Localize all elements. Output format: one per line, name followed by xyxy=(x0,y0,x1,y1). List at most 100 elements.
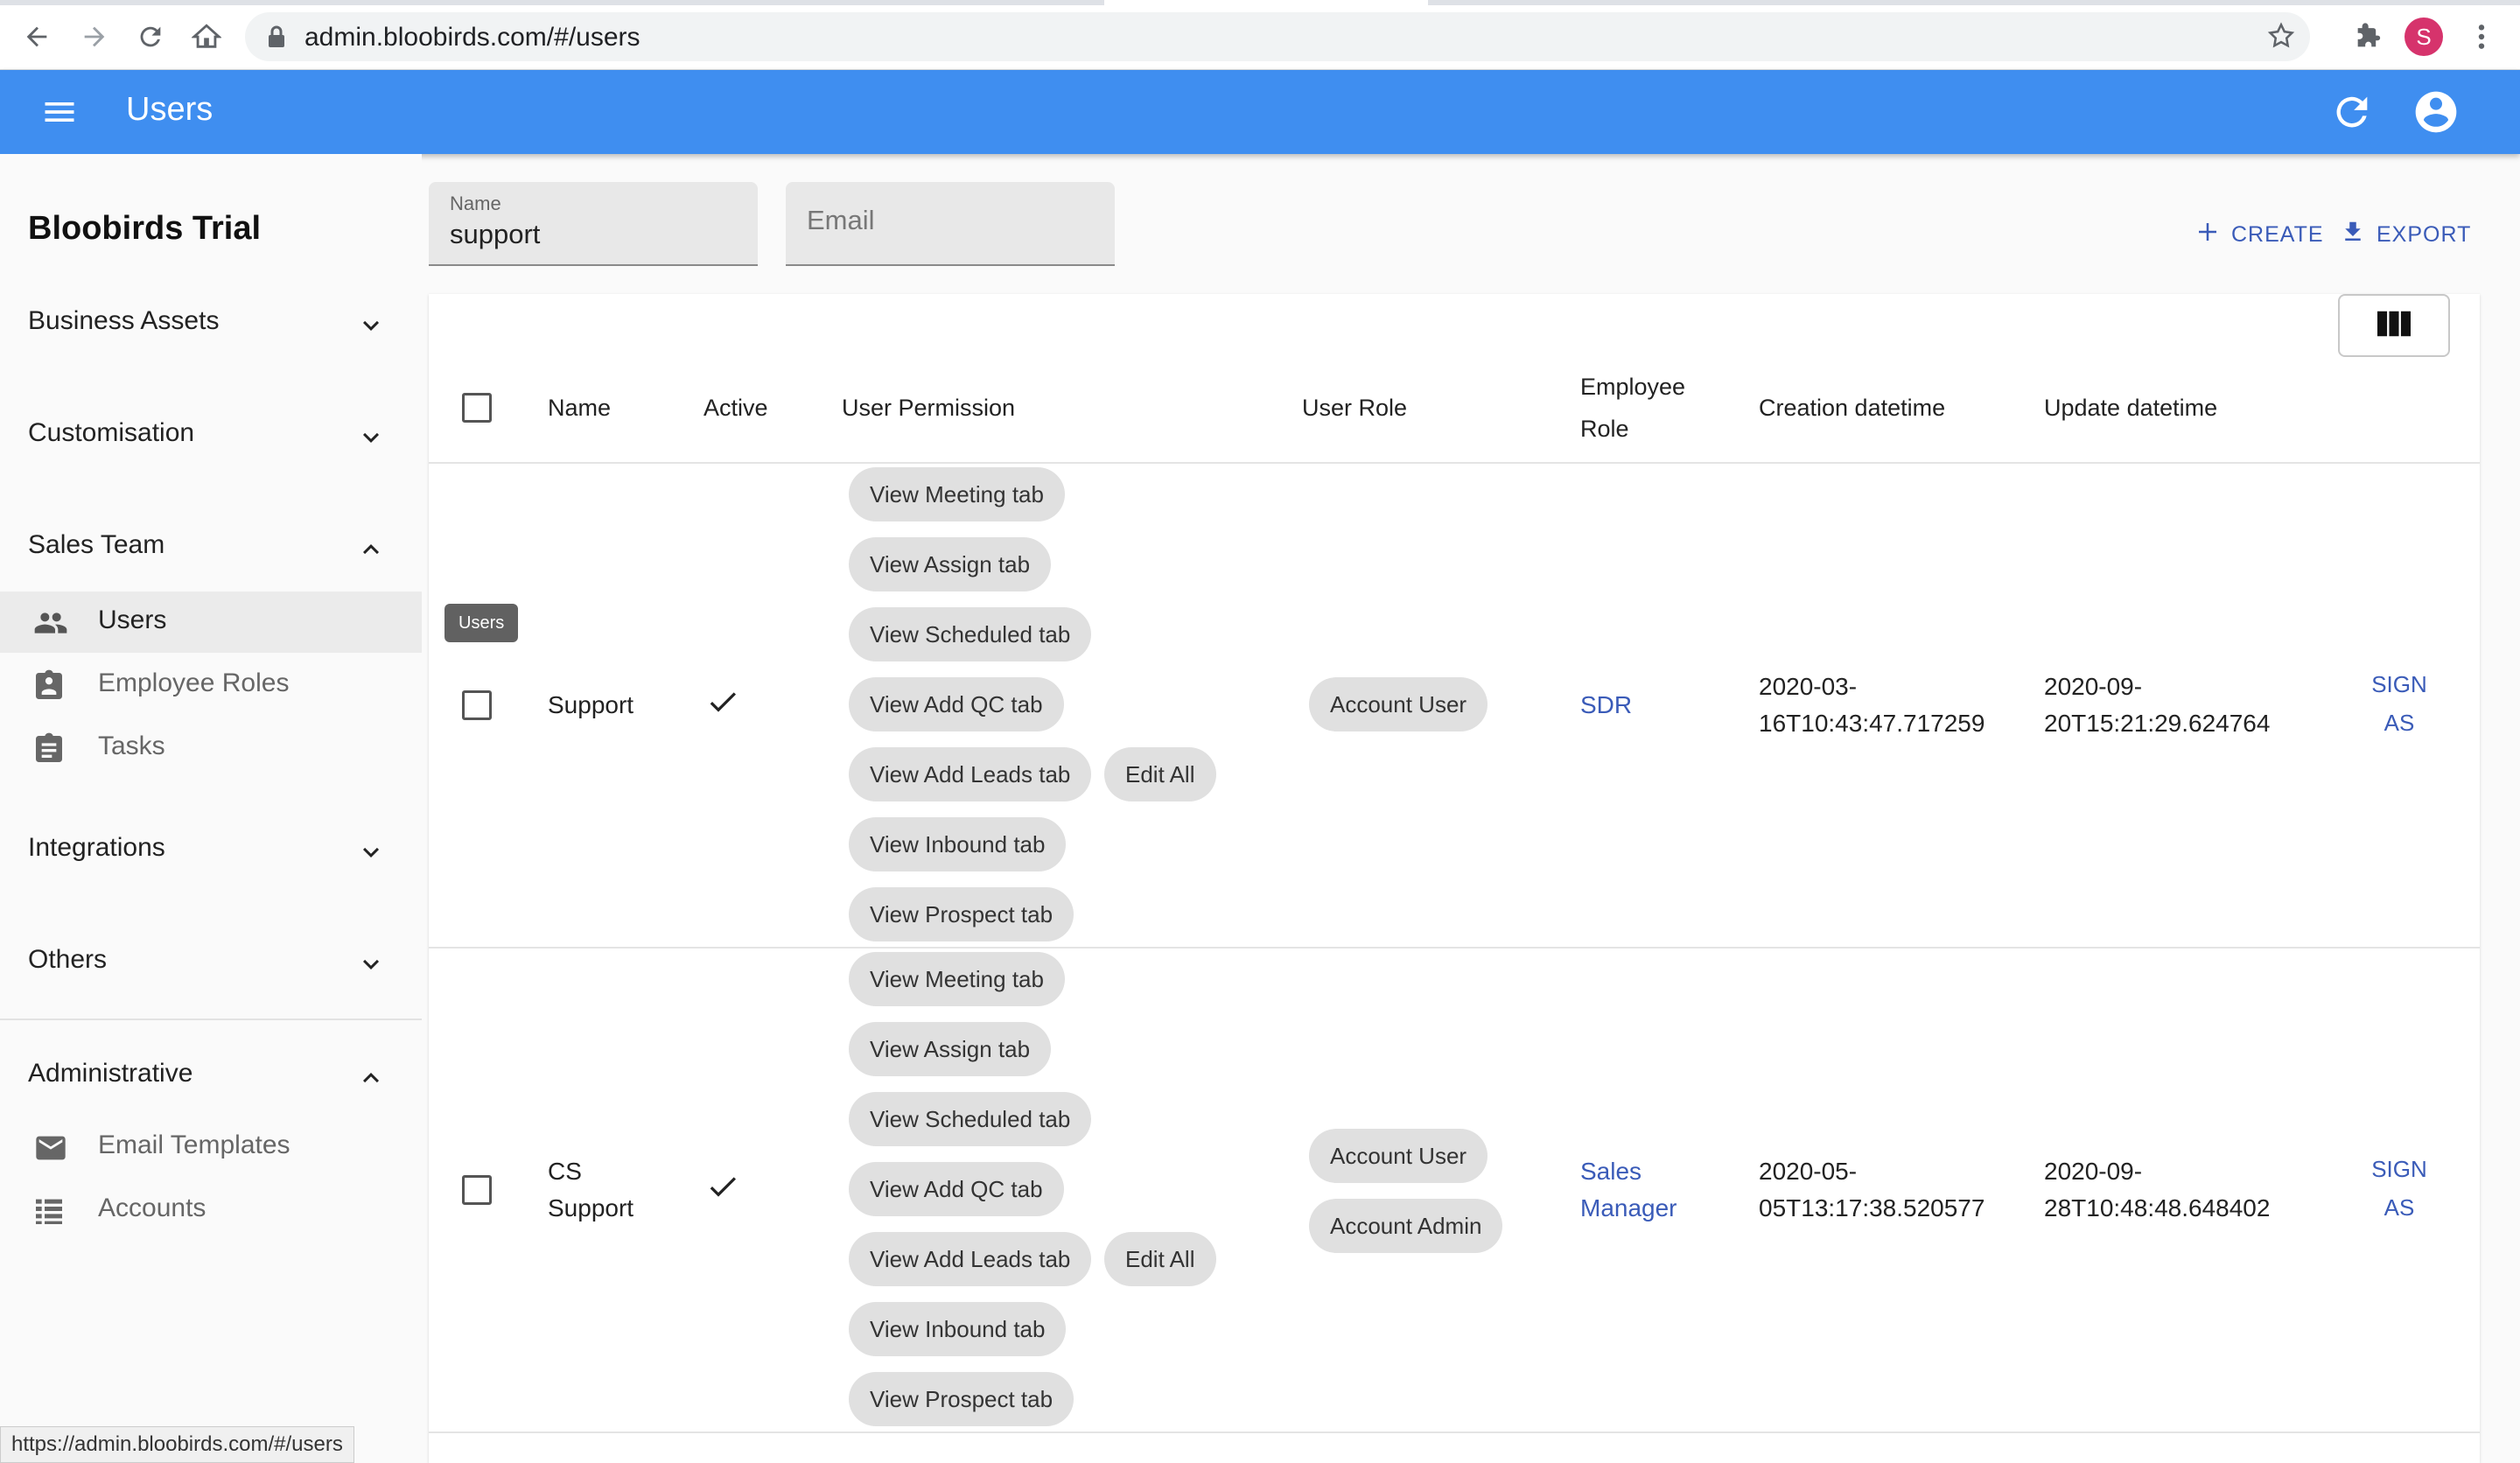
permission-chip: Edit All xyxy=(1104,747,1216,802)
tooltip: Users xyxy=(444,604,519,642)
account-circle-icon[interactable] xyxy=(2412,88,2460,141)
sidebar-item-label: Email Templates xyxy=(98,1130,290,1159)
address-bar[interactable]: admin.bloobirds.com/#/users xyxy=(245,12,2310,61)
sidebar-group-others[interactable]: Others xyxy=(0,934,422,987)
sidebar-item-email-templates[interactable]: Email Templates xyxy=(0,1116,422,1178)
sign-as-line: AS xyxy=(2384,1194,2415,1221)
extensions-icon[interactable] xyxy=(2347,16,2389,58)
sidebar-item-label: Tasks xyxy=(98,732,165,760)
column-header-active[interactable]: Active xyxy=(704,387,768,429)
refresh-icon[interactable] xyxy=(2329,89,2375,139)
column-header-user-role[interactable]: User Role xyxy=(1302,387,1407,429)
name-filter[interactable]: Name xyxy=(429,182,758,266)
hamburger-menu-icon[interactable] xyxy=(40,93,79,136)
user-name: CS Support xyxy=(548,1153,634,1227)
permission-chip: View Scheduled tab xyxy=(849,607,1092,662)
page-title: Users xyxy=(126,91,214,128)
name-line: Support xyxy=(548,1194,634,1222)
export-button[interactable]: EXPORT xyxy=(2340,215,2471,254)
sidebar-item-users[interactable]: Users xyxy=(0,592,422,653)
row-divider xyxy=(429,947,2480,948)
sidebar-group-administrative[interactable]: Administrative xyxy=(0,1048,422,1101)
select-all-checkbox[interactable] xyxy=(462,393,492,423)
email-filter[interactable] xyxy=(786,182,1115,266)
forward-icon[interactable] xyxy=(74,16,116,58)
column-header-employee-role[interactable]: Employee Role xyxy=(1580,366,1685,450)
employee-role-link[interactable]: Sales Manager xyxy=(1580,1153,1677,1227)
sidebar-group-integrations[interactable]: Integrations xyxy=(0,822,422,875)
back-icon[interactable] xyxy=(16,16,58,58)
column-header-creation-datetime[interactable]: Creation datetime xyxy=(1759,387,1945,429)
create-label: CREATE xyxy=(2231,221,2324,247)
active-tab[interactable] xyxy=(1104,0,1428,5)
columns-toggle-button[interactable] xyxy=(2338,294,2450,357)
sidebar-group-business-assets[interactable]: Business Assets xyxy=(0,296,422,348)
group-label: Sales Team xyxy=(28,530,165,559)
datetime-line: 28T10:48:48.648402 xyxy=(2044,1194,2271,1222)
chevron-down-icon xyxy=(355,948,387,984)
sign-as-button[interactable]: SIGN AS xyxy=(2364,665,2434,742)
home-icon[interactable] xyxy=(186,16,228,58)
row-checkbox[interactable] xyxy=(462,690,492,720)
sidebar-group-sales-team[interactable]: Sales Team xyxy=(0,520,422,572)
permission-chip: View Scheduled tab xyxy=(849,1092,1092,1146)
row-checkbox[interactable] xyxy=(462,1175,492,1205)
export-label: EXPORT xyxy=(2376,221,2472,247)
chevron-up-icon xyxy=(355,534,387,570)
sidebar-item-accounts[interactable]: Accounts xyxy=(0,1180,422,1241)
name-filter-input[interactable] xyxy=(450,219,730,250)
permission-chip: View Assign tab xyxy=(849,537,1052,592)
badge-icon xyxy=(32,668,66,708)
name-line: CS xyxy=(548,1158,582,1185)
users-table: Name Active User Permission User Role Em… xyxy=(429,294,2480,1463)
check-icon xyxy=(705,1169,740,1208)
header-divider xyxy=(429,462,2480,464)
datetime-line: 20T15:21:29.624764 xyxy=(2044,710,2271,737)
email-filter-input[interactable] xyxy=(807,205,1087,236)
sidebar-item-tasks[interactable]: Tasks xyxy=(0,718,422,779)
chevron-down-icon xyxy=(355,310,387,346)
datetime-line: 05T13:17:38.520577 xyxy=(1759,1194,1985,1222)
permission-chip: View Meeting tab xyxy=(849,467,1065,522)
sign-as-line: SIGN xyxy=(2371,671,2427,697)
permission-chip: View Inbound tab xyxy=(849,817,1067,872)
group-label: Integrations xyxy=(28,833,165,862)
browser-toolbar: admin.bloobirds.com/#/users S xyxy=(0,0,2520,70)
datetime-line: 2020-05- xyxy=(1759,1158,1858,1185)
permission-chip: View Prospect tab xyxy=(849,887,1074,942)
envelope-icon xyxy=(32,1130,70,1170)
check-icon xyxy=(705,684,740,724)
permission-chip: View Add QC tab xyxy=(849,1162,1064,1216)
sidebar-group-customisation[interactable]: Customisation xyxy=(0,408,422,460)
role-chip: Account User xyxy=(1309,677,1488,732)
browser-menu-icon[interactable] xyxy=(2460,16,2502,58)
sidebar-item-label: Users xyxy=(98,606,167,634)
download-icon xyxy=(2340,219,2366,251)
group-label: Customisation xyxy=(28,418,195,447)
permission-chip: View Add Leads tab xyxy=(849,747,1092,802)
app-bar: Users xyxy=(0,70,2520,154)
chevron-down-icon xyxy=(355,422,387,458)
employee-role-link[interactable]: SDR xyxy=(1580,687,1632,724)
lock-icon xyxy=(266,24,287,53)
sign-as-button[interactable]: SIGN AS xyxy=(2364,1150,2434,1227)
sign-as-line: SIGN xyxy=(2371,1156,2427,1182)
reload-icon[interactable] xyxy=(130,16,172,58)
column-header-name[interactable]: Name xyxy=(548,387,611,429)
create-button[interactable]: CREATE xyxy=(2194,215,2324,254)
sidebar-divider xyxy=(0,1018,422,1020)
column-header-user-permission[interactable]: User Permission xyxy=(842,387,1015,429)
sign-as-line: AS xyxy=(2384,710,2415,736)
column-header-update-datetime[interactable]: Update datetime xyxy=(2044,387,2217,429)
sidebar-item-employee-roles[interactable]: Employee Roles xyxy=(0,654,422,716)
people-icon xyxy=(32,606,70,645)
status-bar-url: https://admin.bloobirds.com/#/users xyxy=(0,1426,354,1463)
permission-chip: View Add QC tab xyxy=(849,677,1064,732)
profile-avatar[interactable]: S xyxy=(2404,18,2443,56)
bookmark-star-icon[interactable] xyxy=(2266,21,2296,55)
permission-chip: View Inbound tab xyxy=(849,1302,1067,1356)
permission-chip: View Assign tab xyxy=(849,1022,1052,1076)
permission-chip: View Add Leads tab xyxy=(849,1232,1092,1286)
chevron-up-icon xyxy=(355,1062,387,1098)
header-line: Role xyxy=(1580,416,1629,442)
